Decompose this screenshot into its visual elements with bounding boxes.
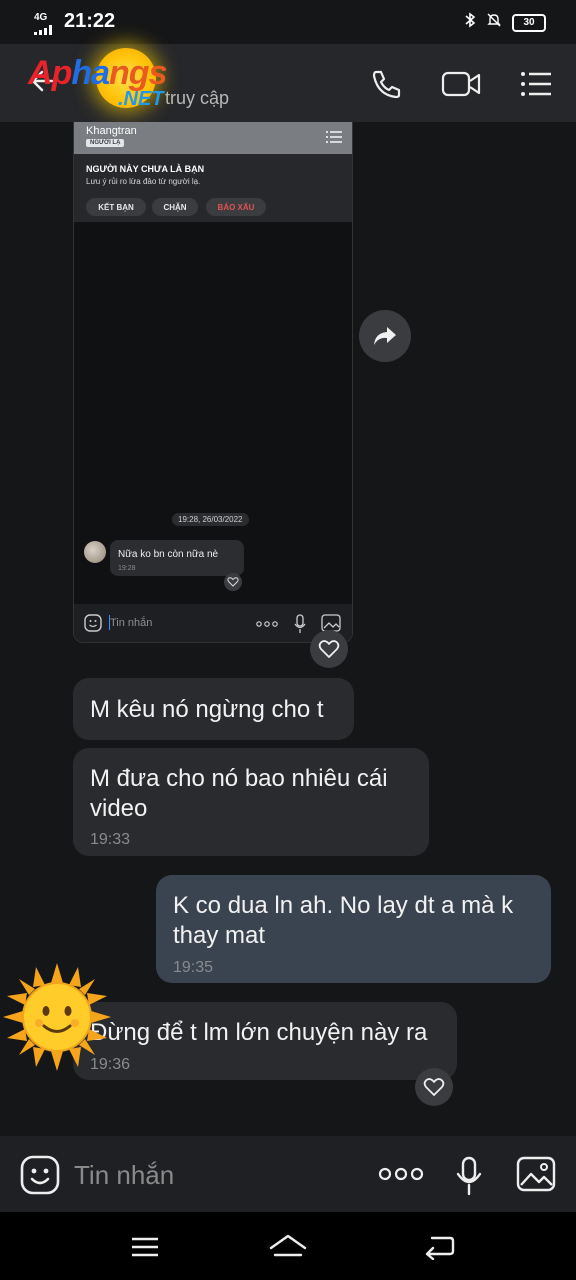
avatar	[84, 541, 106, 563]
message-input-bar: Tin nhắn	[0, 1136, 576, 1212]
clock: 21:22	[64, 10, 116, 32]
phone-icon[interactable]	[366, 64, 406, 104]
sticker-icon[interactable]	[20, 1155, 60, 1200]
battery-indicator: 30	[512, 13, 546, 32]
card-menu-icon	[326, 130, 342, 144]
heart-reaction-icon[interactable]	[415, 1068, 453, 1106]
card-message-time: 19:28	[118, 565, 136, 572]
screenshot-image-message[interactable]: Khangtran NGƯỜI LẠ NGƯỜI NÀY CHƯA LÀ BẠN…	[73, 122, 353, 643]
mute-bell-icon	[486, 12, 502, 33]
incoming-message[interactable]: M kêu nó ngừng cho t	[73, 678, 354, 740]
incoming-message[interactable]: M đưa cho nó bao nhiêu cái video 19:33	[73, 748, 429, 856]
warning-title: NGƯỜI NÀY CHƯA LÀ BẠN	[86, 164, 205, 174]
signal-icon	[34, 22, 58, 40]
image-icon[interactable]	[516, 1156, 556, 1197]
card-more-icon	[256, 616, 278, 634]
heart-reaction-icon[interactable]	[310, 630, 348, 668]
back-icon[interactable]	[424, 1232, 456, 1265]
report-pill: BÁO XẤU	[206, 198, 266, 216]
recent-apps-icon[interactable]	[130, 1236, 160, 1263]
chat-header: truy cập Aphangs .NET	[0, 44, 576, 122]
sun-face-sticker	[3, 963, 111, 1071]
card-message-text: Nữa ko bn còn nữa nè	[118, 549, 219, 560]
add-friend-pill: KẾT BẠN	[86, 198, 146, 216]
home-icon[interactable]	[268, 1232, 308, 1265]
block-pill: CHẶN	[152, 198, 198, 216]
card-contact-name: Khangtran	[86, 125, 137, 137]
message-text: M đưa cho nó bao nhiêu cái video	[90, 765, 388, 822]
message-text: M kêu nó ngừng cho t	[90, 696, 324, 723]
message-text: Đừng để t lm lớn chuyện này ra	[90, 1019, 428, 1046]
message-time: 19:35	[173, 959, 214, 976]
message-time: 19:33	[90, 831, 131, 848]
watermark-logo: Aphangs .NET	[28, 48, 208, 120]
system-nav-bar	[0, 1212, 576, 1280]
card-heart-icon	[224, 573, 242, 591]
warning-text: Lưu ý rủi ro lừa đảo từ người lạ.	[86, 177, 201, 186]
message-text: K co dua ln ah. No lay dt a mà k thay ma…	[173, 892, 514, 949]
bluetooth-icon	[464, 12, 476, 33]
card-message-bubble: Nữa ko bn còn nữa nè 19:28	[110, 540, 244, 576]
more-icon[interactable]	[378, 1166, 424, 1187]
card-input-bar: Tin nhắn	[74, 604, 352, 642]
microphone-icon[interactable]	[454, 1156, 484, 1201]
outgoing-message[interactable]: K co dua ln ah. No lay dt a mà k thay ma…	[156, 875, 551, 983]
card-input-placeholder: Tin nhắn	[110, 617, 153, 629]
incoming-message[interactable]: Đừng để t lm lớn chuyện này ra 19:36	[73, 1002, 457, 1080]
card-timestamp: 19:28, 26/03/2022	[172, 513, 249, 526]
card-header: Khangtran NGƯỜI LẠ	[74, 122, 352, 154]
card-sticker-icon	[84, 614, 102, 637]
message-input[interactable]: Tin nhắn	[74, 1160, 174, 1191]
card-mic-icon	[293, 614, 307, 639]
stranger-warning: NGƯỜI NÀY CHƯA LÀ BẠN Lưu ý rủi ro lừa đ…	[74, 154, 352, 222]
status-bar: 4G 21:22 30	[0, 0, 576, 44]
menu-icon[interactable]	[518, 64, 558, 104]
video-call-icon[interactable]	[440, 64, 481, 104]
stranger-badge: NGƯỜI LẠ	[86, 139, 125, 147]
share-forward-icon[interactable]	[359, 310, 411, 362]
